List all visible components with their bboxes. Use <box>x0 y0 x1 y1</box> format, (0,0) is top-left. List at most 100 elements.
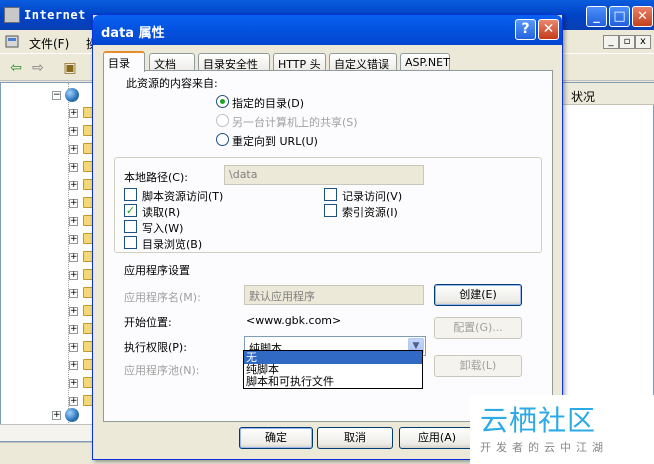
collapse-icon[interactable]: − <box>52 91 61 100</box>
dialog-titlebar[interactable]: data 属性 ? ✕ <box>93 15 562 45</box>
tab-documents[interactable]: 文档 <box>149 53 195 71</box>
tree-item-folder[interactable]: + <box>1 375 96 392</box>
read-label: 读取(R) <box>142 206 181 219</box>
radio-local-directory[interactable] <box>216 95 229 108</box>
column-header-status[interactable]: 状况 <box>561 83 654 105</box>
expand-icon[interactable]: + <box>69 325 78 334</box>
tree-item-folder[interactable]: + <box>1 339 96 356</box>
tree-item-website[interactable]: + <box>1 407 96 424</box>
tree-item-folder[interactable]: + <box>1 159 96 176</box>
mdi-minimize-button[interactable]: _ <box>603 35 619 49</box>
expand-icon[interactable]: + <box>69 379 78 388</box>
expand-icon[interactable]: + <box>69 343 78 352</box>
tab-custom-errors[interactable]: 自定义错误 <box>329 53 397 71</box>
local-path-input[interactable]: \data <box>224 165 424 185</box>
expand-icon[interactable]: + <box>69 127 78 136</box>
write-label: 写入(W) <box>142 222 184 235</box>
expand-icon[interactable]: + <box>69 235 78 244</box>
tree-item-folder[interactable]: + <box>1 105 96 122</box>
expand-icon[interactable]: + <box>69 109 78 118</box>
column-header-label: 状况 <box>571 90 596 104</box>
globe-icon <box>65 408 79 422</box>
app-name-input[interactable]: 默认应用程序 <box>244 285 424 305</box>
radio-local-directory-label: 指定的目录(D) <box>232 97 305 110</box>
checkbox-write[interactable] <box>124 220 137 233</box>
tree-item-folder[interactable]: + <box>1 177 96 194</box>
tree-item-folder[interactable]: + <box>1 303 96 320</box>
tree-item-folder[interactable]: + <box>1 357 96 374</box>
tab-directory[interactable]: 目录 <box>103 51 145 72</box>
watermark-subtitle: 开发者的云中江湖 <box>480 441 608 454</box>
radio-redirect-url[interactable] <box>216 133 229 146</box>
tab-directory-security[interactable]: 目录安全性 <box>198 53 270 71</box>
expand-icon[interactable]: + <box>69 289 78 298</box>
dialog-title: data 属性 <box>101 26 165 41</box>
properties-dialog: data 属性 ? ✕ 目录 文档 目录安全性 HTTP 头 自定义错误 ASP… <box>92 14 563 460</box>
expand-icon[interactable]: + <box>69 397 78 406</box>
apply-button[interactable]: 应用(A) <box>399 427 475 449</box>
tree-item-website[interactable]: − <box>1 87 96 104</box>
cancel-button[interactable]: 取消 <box>317 427 393 449</box>
tab-http-headers[interactable]: HTTP 头 <box>273 53 326 71</box>
maximize-button[interactable]: □ <box>609 6 630 27</box>
checkbox-log-visits[interactable] <box>324 188 337 201</box>
bg-window-title: Internet <box>24 8 86 22</box>
create-button[interactable]: 创建(E) <box>434 284 522 306</box>
app-settings-heading: 应用程序设置 <box>124 264 190 277</box>
ok-button[interactable]: 确定 <box>239 427 313 449</box>
tree-item-folder[interactable]: + <box>1 249 96 266</box>
forward-arrow-icon[interactable]: ⇨ <box>30 60 46 76</box>
radio-network-share[interactable] <box>216 114 229 127</box>
expand-icon[interactable]: + <box>52 411 61 420</box>
radio-redirect-url-label: 重定向到 URL(U) <box>232 135 318 148</box>
configure-button[interactable]: 配置(G)... <box>434 317 522 339</box>
expand-icon[interactable]: + <box>69 217 78 226</box>
expand-icon[interactable]: + <box>69 181 78 190</box>
start-point-label: 开始位置: <box>124 316 172 329</box>
dialog-close-button[interactable]: ✕ <box>538 19 559 40</box>
expand-icon[interactable]: + <box>69 145 78 154</box>
app-pool-label: 应用程序池(N): <box>124 364 200 377</box>
radio-network-share-label: 另一台计算机上的共享(S) <box>232 116 358 129</box>
tree-item-folder[interactable]: + <box>1 231 96 248</box>
watermark: 云栖社区 开发者的云中江湖 <box>470 395 654 464</box>
exec-permissions-label: 执行权限(P): <box>124 341 187 354</box>
tree-item-folder[interactable]: + <box>1 285 96 302</box>
checkbox-directory-browsing[interactable] <box>124 236 137 249</box>
menu-file[interactable]: 文件(F) <box>29 35 69 52</box>
tree-horizontal-scrollbar[interactable] <box>0 424 97 441</box>
tree-item-folder[interactable]: + <box>1 213 96 230</box>
tree-item-folder[interactable]: + <box>1 141 96 158</box>
up-folder-icon[interactable]: ▣ <box>62 60 78 76</box>
iis-app-icon <box>4 7 20 23</box>
exec-permissions-dropdown-list: 无 纯脚本 脚本和可执行文件 <box>243 350 423 389</box>
help-button[interactable]: ? <box>515 19 536 40</box>
tree-pane[interactable]: − + + + + + + + + + + + + + + + + + + <box>0 82 97 442</box>
mdi-restore-button[interactable]: ▫ <box>619 35 635 49</box>
globe-icon <box>65 88 79 102</box>
tree-item-folder[interactable]: + <box>1 321 96 338</box>
mdi-close-button[interactable]: x <box>635 35 651 49</box>
expand-icon[interactable]: + <box>69 163 78 172</box>
expand-icon[interactable]: + <box>69 361 78 370</box>
log-visits-label: 记录访问(V) <box>342 190 403 203</box>
tree-item-folder[interactable]: + <box>1 267 96 284</box>
back-arrow-icon[interactable]: ⇦ <box>8 60 24 76</box>
dropdown-option-scripts-and-executables[interactable]: 脚本和可执行文件 <box>244 375 422 388</box>
list-pane[interactable]: 状况 <box>560 82 654 442</box>
expand-icon[interactable]: + <box>69 307 78 316</box>
checkbox-script-source-access[interactable] <box>124 188 137 201</box>
minimize-button[interactable]: _ <box>586 6 607 27</box>
window-close-button[interactable]: ✕ <box>632 6 653 27</box>
checkbox-index-resource[interactable] <box>324 204 337 217</box>
local-path-label: 本地路径(C): <box>124 171 188 184</box>
tree-item-folder[interactable]: + <box>1 123 96 140</box>
expand-icon[interactable]: + <box>69 253 78 262</box>
tree-item-folder[interactable]: + <box>1 195 96 212</box>
directory-browsing-label: 目录浏览(B) <box>142 238 203 251</box>
tab-aspnet[interactable]: ASP.NET <box>400 53 450 71</box>
unload-button[interactable]: 卸载(L) <box>434 355 522 377</box>
checkbox-read[interactable]: ✓ <box>124 204 137 217</box>
expand-icon[interactable]: + <box>69 271 78 280</box>
expand-icon[interactable]: + <box>69 199 78 208</box>
